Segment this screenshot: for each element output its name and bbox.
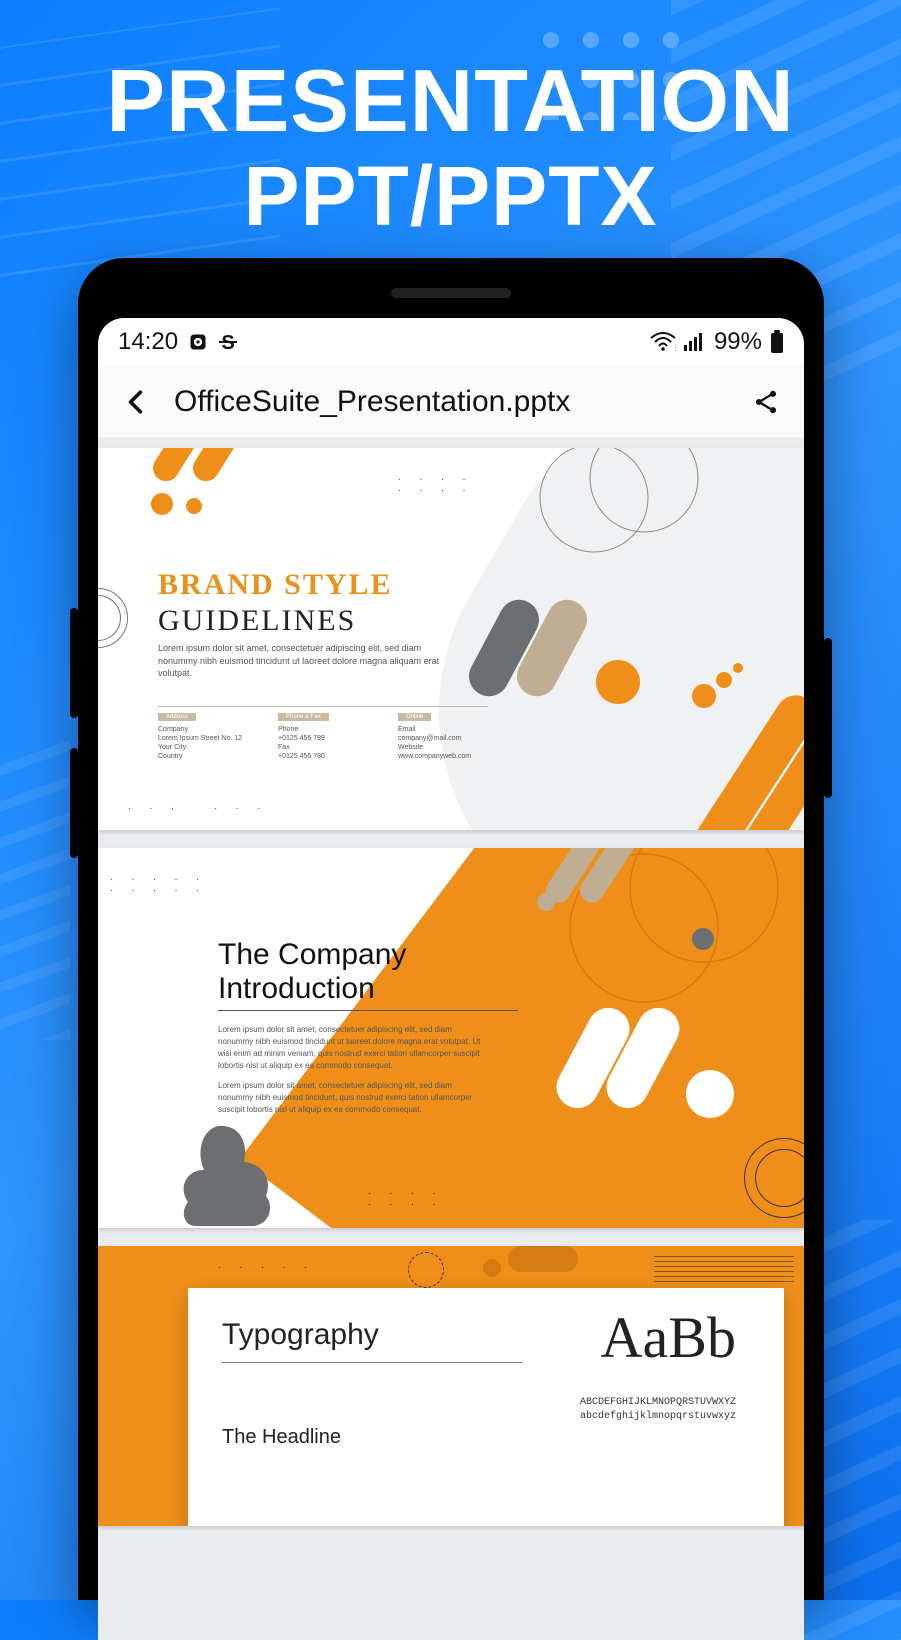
slide1-body: Lorem ipsum dolor sit amet, consectetuer… [158, 642, 458, 680]
decor-dots: . . . .. . . . [398, 472, 473, 494]
clock-icon [188, 332, 208, 352]
phone-screen: 14:20 S ↕ 99% [98, 318, 804, 1640]
bg-decoration [0, 740, 70, 1040]
col-line: +0125 456 789 [278, 734, 368, 743]
promo-line1: PRESENTATION [0, 50, 901, 152]
decor-blob [178, 1122, 288, 1228]
decor-ring [408, 1252, 444, 1288]
status-battery-text: 99% [714, 328, 762, 356]
decor-lines [654, 1252, 794, 1282]
type-sample: AaBb [601, 1304, 736, 1371]
phone-speaker [391, 288, 511, 298]
decor-accent [524, 848, 664, 948]
col-line: company@mail.com [398, 734, 488, 743]
col-line: Country [158, 752, 248, 761]
battery-icon [770, 330, 784, 354]
back-button[interactable] [116, 382, 156, 422]
col-line: Fax [278, 743, 368, 752]
slide1-title-secondary: GUIDELINES [158, 604, 356, 638]
decor-dots: . . . . . . [128, 801, 268, 812]
decor-rings [534, 448, 714, 558]
chevron-left-icon [123, 389, 149, 415]
col-line: Phone [278, 725, 368, 734]
slide-1[interactable]: . . . .. . . . . . . . . . [98, 448, 804, 830]
brand-logo-icon [466, 586, 656, 716]
slide3-title: Typography [222, 1318, 522, 1363]
slide2-title-line1: The Company [218, 938, 406, 971]
status-time: 14:20 [118, 328, 178, 356]
promo-headline: PRESENTATION PPT/PPTX [0, 0, 901, 245]
alpha-lower: abcdefghijklmnopqrstuvwxyz [580, 1410, 736, 1424]
phone-frame: 14:20 S ↕ 99% [78, 258, 824, 1600]
slide3-card: Typography AaBb ABCDEFGHIJKLMNOPQRSTUVWX… [188, 1288, 784, 1526]
slide-viewer[interactable]: . . . .. . . . . . . . . . [98, 438, 804, 1640]
status-bar: 14:20 S ↕ 99% [98, 318, 804, 366]
phone-side-button [70, 608, 78, 718]
svg-text:↕: ↕ [674, 344, 676, 352]
decor-rule [218, 1010, 518, 1011]
contact-col-phone: Phone & Fax Phone +0125 456 789 Fax +012… [278, 713, 368, 761]
col-tag: Phone & Fax [278, 713, 329, 721]
strikethrough-s-icon: S [218, 331, 238, 353]
col-tag: Online [398, 713, 431, 721]
decor-rings [98, 588, 128, 648]
slide2-para: Lorem ipsum dolor sit amet, consectetuer… [218, 1080, 488, 1116]
signal-icon [684, 333, 706, 351]
col-line: Website [398, 743, 488, 752]
phone-side-button [70, 748, 78, 858]
phone-side-button [824, 638, 832, 798]
slide2-title-line2: Introduction [218, 972, 375, 1005]
decor-dots: . . . .. . . . [368, 1186, 443, 1208]
decor-dots: . . . . . [218, 1260, 315, 1271]
document-title: OfficeSuite_Presentation.pptx [174, 385, 728, 419]
slide1-contact-columns: Address Company Lorem Ipsum Street No. 1… [158, 706, 488, 761]
col-line: +0125 456 780 [278, 752, 368, 761]
slide-2[interactable]: . . . . .. . . . . . . . .. . . . [98, 848, 804, 1228]
slide1-title-primary: BRAND STYLE [158, 568, 393, 602]
col-tag: Address [158, 713, 196, 721]
decor-accent [126, 448, 286, 546]
alphabet-sample: ABCDEFGHIJKLMNOPQRSTUVWXYZ abcdefghijklm… [580, 1396, 736, 1424]
decor-dots: . . . . .. . . . . [110, 872, 207, 894]
contact-col-address: Address Company Lorem Ipsum Street No. 1… [158, 713, 248, 761]
col-line: Company [158, 725, 248, 734]
share-icon [752, 388, 780, 416]
slide2-para: Lorem ipsum dolor sit amet, consectetuer… [218, 1024, 488, 1072]
contact-col-online: Online Email company@mail.com Website ww… [398, 713, 488, 761]
col-line: Email [398, 725, 488, 734]
decor-dot [692, 928, 714, 950]
col-line: www.companyweb.com [398, 752, 488, 761]
app-bar: OfficeSuite_Presentation.pptx [98, 366, 804, 438]
decor-accent [478, 1246, 618, 1288]
col-line: Lorem Ipsum Street No. 12 [158, 734, 248, 743]
slide-3[interactable]: . . . . . Typography AaBb ABCDEFGHIJKLMN… [98, 1246, 804, 1526]
slide3-subheading: The Headline [222, 1426, 341, 1449]
share-button[interactable] [746, 382, 786, 422]
wifi-icon: ↕ [650, 332, 676, 352]
alpha-upper: ABCDEFGHIJKLMNOPQRSTUVWXYZ [580, 1396, 736, 1410]
slide2-body: Lorem ipsum dolor sit amet, consectetuer… [218, 1024, 488, 1116]
slide2-title: The Company Introduction [218, 938, 406, 1006]
col-line: Your City [158, 743, 248, 752]
brand-logo-icon [554, 998, 744, 1128]
promo-line2: PPT/PPTX [0, 148, 901, 245]
